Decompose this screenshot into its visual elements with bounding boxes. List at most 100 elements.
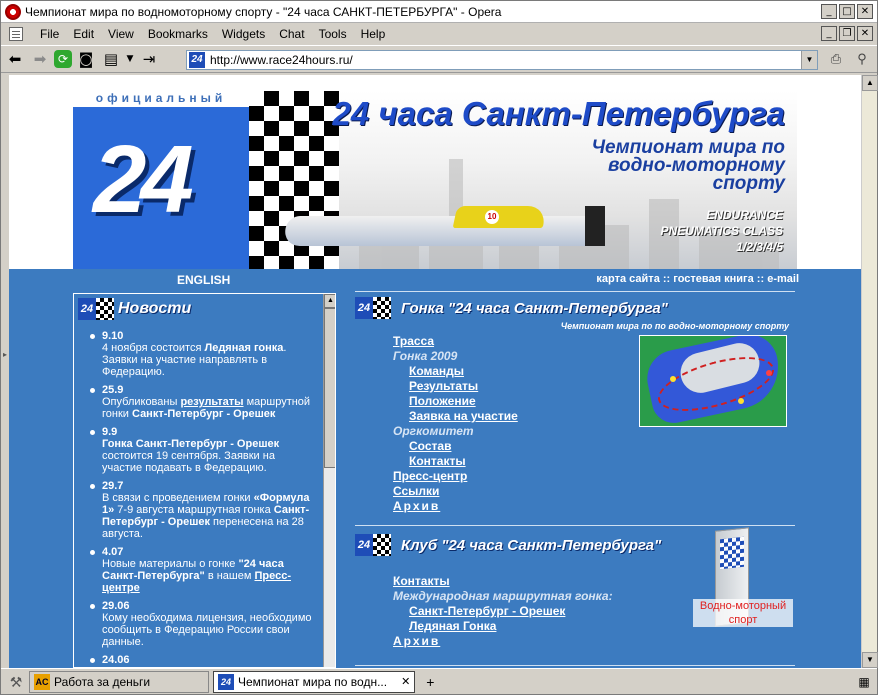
race-menu-link[interactable]: Пресс-центр <box>393 469 467 483</box>
news-text: В связи с проведением гонки «Формула 1» … <box>102 492 310 540</box>
address-bar[interactable]: 24 http://www.race24hours.ru/ ▼ <box>186 50 818 70</box>
menu-tools[interactable]: Tools <box>312 27 354 41</box>
guestbook-link[interactable]: гостевая книга <box>673 273 753 285</box>
email-link[interactable]: e-mail <box>767 273 799 285</box>
club-menu-item[interactable]: Контакты <box>393 574 613 589</box>
news-scroll-thumb[interactable] <box>324 308 335 468</box>
race-menu-item[interactable]: Заявка на участие <box>393 409 518 424</box>
race-menu-item[interactable]: Трасса <box>393 334 518 349</box>
browser-window: Чемпионат мира по водномоторному спорту … <box>0 0 878 695</box>
boat-number: 10 <box>485 210 499 224</box>
news-list: 9.10 4 ноября состоится Ледяная гонка. За… <box>88 330 318 667</box>
dropdown-arrow-icon[interactable]: ▼ <box>125 48 135 70</box>
club-menu-link[interactable]: Ледяная Гонка <box>409 619 496 633</box>
race-header: 24 Гонка "24 часа Санкт-Петербурга" <box>355 297 668 319</box>
news-item: 29.7 В связи с проведением гонки «Формула… <box>88 480 318 540</box>
doc-close-button[interactable]: ✕ <box>857 26 873 41</box>
club-menu-item[interactable]: Санкт-Петербург - Орешек <box>393 604 613 619</box>
race-menu-item[interactable]: Контакты <box>393 454 518 469</box>
race-menu-item[interactable]: Команды <box>393 364 518 379</box>
race-menu-link[interactable]: Положение <box>409 394 476 408</box>
race-menu-item[interactable]: Пресс-центр <box>393 469 518 484</box>
club-menu-link[interactable]: Контакты <box>393 574 450 588</box>
menu-chat[interactable]: Chat <box>272 27 311 41</box>
camera-icon[interactable]: ◙ <box>75 48 97 70</box>
menu-edit[interactable]: Edit <box>66 27 101 41</box>
news-item: 4.07 Новые материалы о гонке "24 часа Сан… <box>88 546 318 594</box>
tab-championship[interactable]: 24 Чемпионат мира по водн... ✕ <box>213 670 416 693</box>
track-map[interactable] <box>639 335 787 427</box>
club-menu-link[interactable]: Санкт-Петербург - Орешек <box>409 604 565 618</box>
news-scroll-up[interactable]: ▲ <box>324 294 335 308</box>
news-link[interactable]: результаты <box>180 396 243 408</box>
page-menu-icon[interactable] <box>9 26 23 41</box>
print-icon[interactable]: ⎙ <box>827 49 845 69</box>
page-icon[interactable]: ▤ <box>100 48 122 70</box>
tab-favicon-icon: 24 <box>218 673 234 690</box>
tab-close-icon[interactable]: ✕ <box>401 675 410 688</box>
tab-rabota[interactable]: AC Работа за деньги <box>29 670 209 693</box>
race-menu-item[interactable]: Архив <box>393 499 518 514</box>
race-menu-link[interactable]: Команды <box>409 364 464 378</box>
club-title: Клуб "24 часа Санкт-Петербурга" <box>401 536 662 554</box>
race-menu-link[interactable]: Трасса <box>393 334 434 348</box>
race-menu-category: Гонка 2009 <box>393 349 458 363</box>
club-menu: Контакты Международная маршрутная гонка: С… <box>393 574 613 649</box>
scroll-up-button[interactable]: ▲ <box>862 75 878 91</box>
race-menu-item[interactable]: Состав <box>393 439 518 454</box>
race-menu-link[interactable]: Состав <box>409 439 451 453</box>
book-label[interactable]: Водно-моторный спорт <box>693 599 793 627</box>
tools-icon[interactable]: ⚒ <box>7 673 25 691</box>
address-dropdown-button[interactable]: ▼ <box>801 51 817 69</box>
tray-icon[interactable]: ▦ <box>855 673 873 691</box>
news-text: Новые материалы о гонке "24 часа Санкт-П… <box>102 558 291 594</box>
race-menu-link[interactable]: Архив <box>393 499 440 513</box>
minimize-button[interactable]: _ <box>821 4 837 19</box>
news-date: 24.06 <box>102 654 130 666</box>
logo-24-mini: 24 <box>355 534 373 556</box>
class-line: 1/2/3/4/5 <box>736 240 783 254</box>
link-separator: :: <box>753 273 768 285</box>
club-menu-item[interactable]: Архив <box>393 634 613 649</box>
navigation-bar: ⬅ ➡ ⟳ ◙ ▤ ▼ ⇥ 24 http://www.race24hours.… <box>1 45 877 73</box>
news-bold: Ледяная гонка <box>204 342 284 354</box>
close-button[interactable]: ✕ <box>857 4 873 19</box>
club-section: 24 Клуб "24 часа Санкт-Петербурга" Конта… <box>355 525 795 667</box>
race-menu-item[interactable]: Ссылки <box>393 484 518 499</box>
menu-file[interactable]: File <box>33 27 66 41</box>
banner-title: 24 часа Санкт-Петербурга <box>332 95 786 132</box>
menu-view[interactable]: View <box>101 27 141 41</box>
club-logo: 24 <box>355 534 391 556</box>
address-input[interactable]: http://www.race24hours.ru/ <box>210 53 353 67</box>
mini-checker <box>373 534 391 556</box>
doc-minimize-button[interactable]: _ <box>821 26 837 41</box>
menu-widgets[interactable]: Widgets <box>215 27 272 41</box>
page-scrollbar[interactable]: ▲ ▼ <box>861 75 878 668</box>
scroll-down-button[interactable]: ▼ <box>862 652 878 668</box>
news-date: 29.06 <box>102 600 130 612</box>
doc-restore-button[interactable]: ❐ <box>839 26 855 41</box>
wand-icon[interactable]: ⇥ <box>138 48 160 70</box>
race-menu-item[interactable]: Положение <box>393 394 518 409</box>
news-scrollbar[interactable]: ▲ <box>323 294 335 667</box>
maximize-button[interactable]: □ <box>839 4 855 19</box>
search-tool-icon[interactable]: ⚲ <box>853 49 871 69</box>
race-menu-link[interactable]: Заявка на участие <box>409 409 518 423</box>
race-menu-link[interactable]: Результаты <box>409 379 478 393</box>
race-menu-link[interactable]: Ссылки <box>393 484 439 498</box>
forward-arrow-icon[interactable]: ➡ <box>29 48 51 70</box>
club-menu-link[interactable]: Архив <box>393 634 440 648</box>
title-bar: Чемпионат мира по водномоторному спорту … <box>1 1 877 23</box>
english-link[interactable]: ENGLISH <box>177 273 230 287</box>
panel-toggle[interactable]: ▸ <box>1 75 9 668</box>
reload-icon[interactable]: ⟳ <box>54 50 72 68</box>
tab-label: Работа за деньги <box>54 674 151 689</box>
club-menu-item[interactable]: Ледяная Гонка <box>393 619 613 634</box>
race-menu-link[interactable]: Контакты <box>409 454 466 468</box>
menu-bookmarks[interactable]: Bookmarks <box>141 27 215 41</box>
menu-help[interactable]: Help <box>354 27 393 41</box>
race-menu-item[interactable]: Результаты <box>393 379 518 394</box>
new-tab-button[interactable]: + <box>421 673 439 691</box>
back-arrow-icon[interactable]: ⬅ <box>4 48 26 70</box>
sitemap-link[interactable]: карта сайта <box>596 273 659 285</box>
